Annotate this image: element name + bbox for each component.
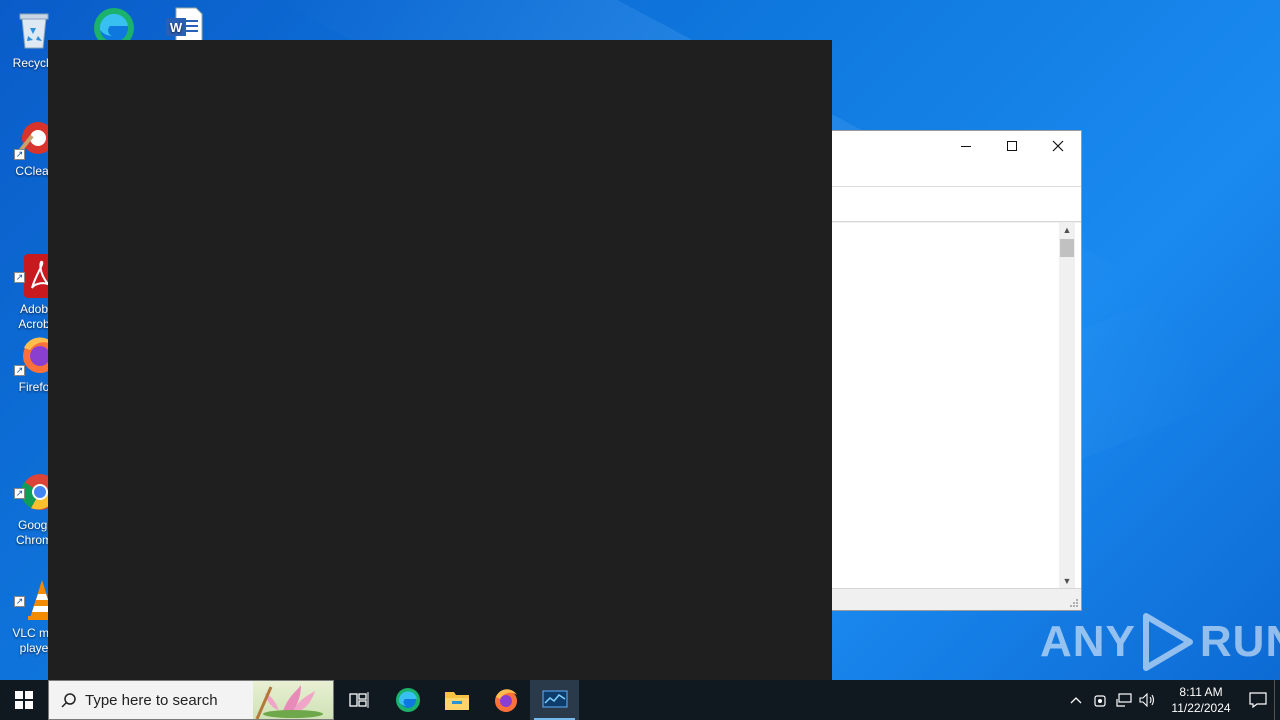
system-tray: 8:11 AM 11/22/2024 bbox=[1064, 680, 1280, 720]
shortcut-arrow-icon: ↗ bbox=[14, 149, 25, 160]
resource-monitor-icon bbox=[542, 690, 567, 708]
watermark-right-text: RUN bbox=[1199, 617, 1280, 666]
shortcut-arrow-icon: ↗ bbox=[14, 488, 25, 499]
close-icon[interactable] bbox=[1035, 131, 1081, 161]
search-highlight-image bbox=[253, 681, 333, 720]
taskbar-search-box[interactable]: Type here to search bbox=[48, 680, 334, 720]
edge-icon bbox=[395, 688, 420, 712]
search-placeholder: Type here to search bbox=[85, 691, 218, 709]
watermark-left-text: ANY bbox=[1040, 617, 1136, 666]
play-logo-icon bbox=[1142, 613, 1193, 671]
search-icon bbox=[61, 693, 76, 708]
task-view-icon bbox=[348, 692, 368, 708]
show-desktop-button[interactable] bbox=[1274, 680, 1280, 720]
taskbar-resource-monitor[interactable] bbox=[530, 680, 579, 720]
taskbar-clock[interactable]: 8:11 AM 11/22/2024 bbox=[1166, 684, 1236, 716]
firefox-icon bbox=[494, 689, 517, 712]
folder-icon bbox=[444, 692, 469, 710]
scroll-up-arrow-icon[interactable]: ▲ bbox=[1059, 223, 1075, 237]
notification-icon bbox=[1249, 692, 1267, 708]
taskbar-edge[interactable] bbox=[383, 680, 432, 720]
svg-text:W: W bbox=[170, 20, 183, 35]
windows-logo-icon bbox=[15, 691, 33, 709]
desktop: Recycle W ↗ CClear ↗ Adob Acrob ↗ Firefo bbox=[0, 0, 1280, 680]
resize-grip-icon[interactable] bbox=[1069, 598, 1079, 608]
vertical-scrollbar[interactable]: ▲ ▼ bbox=[1059, 223, 1075, 588]
dark-foreground-window[interactable] bbox=[48, 40, 832, 680]
anyrun-watermark: ANY RUN bbox=[1040, 612, 1280, 672]
shortcut-arrow-icon: ↗ bbox=[14, 365, 25, 376]
volume-icon[interactable] bbox=[1136, 680, 1160, 720]
taskbar: Type here to search 8:11 AM 11/22/2024 bbox=[0, 680, 1280, 720]
taskbar-firefox[interactable] bbox=[481, 680, 530, 720]
shortcut-arrow-icon: ↗ bbox=[14, 596, 25, 607]
security-tray-icon[interactable] bbox=[1088, 680, 1112, 720]
notification-center-button[interactable] bbox=[1242, 680, 1274, 720]
scroll-down-arrow-icon[interactable]: ▼ bbox=[1059, 574, 1075, 588]
clock-time: 8:11 AM bbox=[1179, 685, 1223, 699]
network-icon[interactable] bbox=[1112, 680, 1136, 720]
maximize-icon[interactable] bbox=[989, 131, 1035, 161]
minimize-icon[interactable] bbox=[943, 131, 989, 161]
show-hidden-icons-chevron-icon[interactable] bbox=[1064, 680, 1088, 720]
start-button[interactable] bbox=[0, 680, 48, 720]
task-view-button[interactable] bbox=[334, 680, 383, 720]
scrollbar-thumb[interactable] bbox=[1060, 239, 1074, 257]
clock-date: 11/22/2024 bbox=[1171, 701, 1231, 715]
shortcut-arrow-icon: ↗ bbox=[14, 272, 25, 283]
taskbar-file-explorer[interactable] bbox=[432, 680, 481, 720]
